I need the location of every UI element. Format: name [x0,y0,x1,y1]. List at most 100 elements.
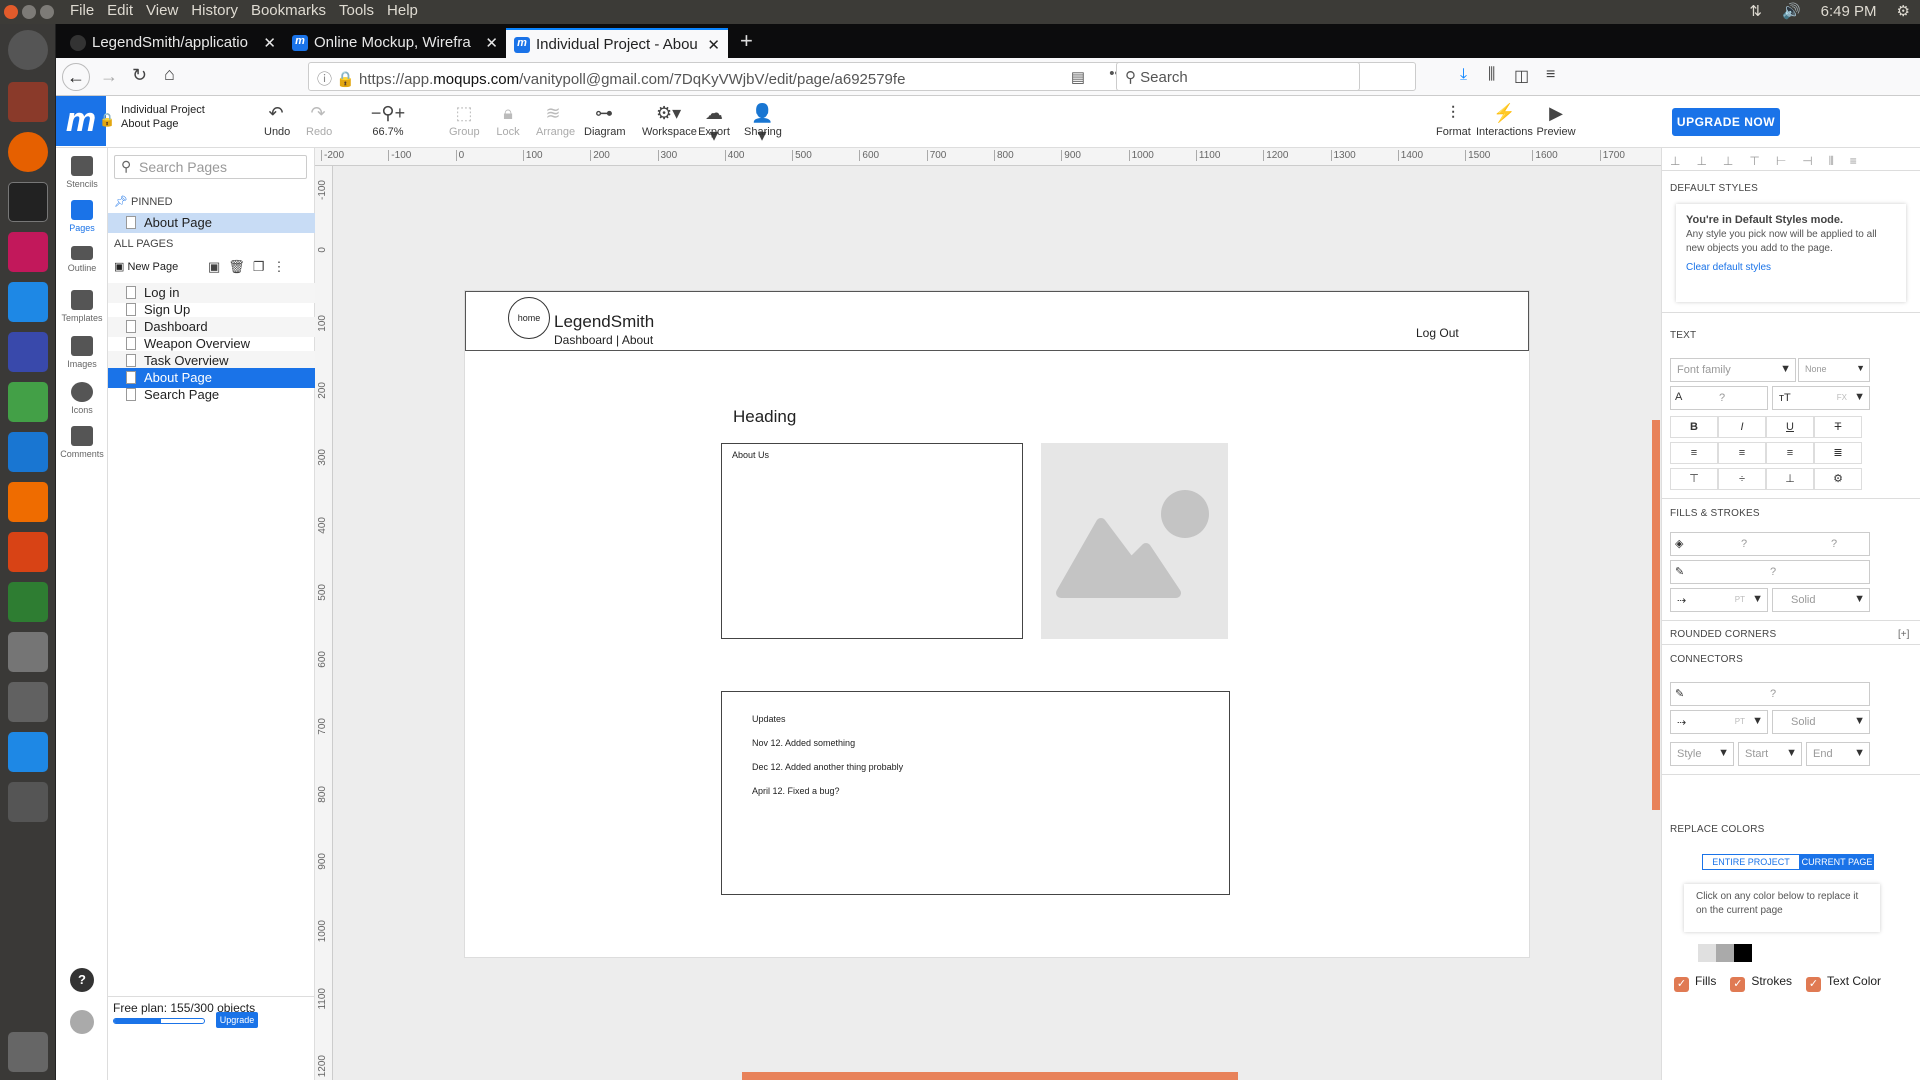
help-icon[interactable]: ? [70,968,94,992]
rounded-corners-toggle[interactable]: [+] [1898,629,1909,640]
current-page-toggle[interactable]: CURRENT PAGE [1800,854,1874,870]
close-tab-icon[interactable]: ✕ [263,34,276,52]
align-top-icon[interactable]: ⊤ [1749,154,1759,169]
rail-stencils[interactable]: Stencils [56,156,108,189]
align-bottom-icon[interactable]: ⊣ [1802,154,1812,169]
strikethrough-button[interactable]: T [1814,416,1862,438]
back-arrow-icon[interactable]: ← [62,63,90,91]
window-close-button[interactable] [4,5,18,19]
font-weight-select[interactable]: None ▼ [1798,358,1870,382]
mockup-header-box[interactable]: home LegendSmith Dashboard | About Log O… [465,291,1529,351]
connector-color-field[interactable]: ✎? [1670,682,1870,706]
close-tab-icon[interactable]: ✕ [707,36,720,54]
sidebar-toggle-icon[interactable]: ◫ [1514,66,1529,86]
rail-comments[interactable]: Comments [56,426,108,459]
tab-legendsmith[interactable]: LegendSmith/applicatio ✕ [62,28,284,58]
image-placeholder[interactable] [1041,443,1228,639]
library-icon[interactable]: ⫼ [1488,66,1495,84]
system-settings-icon[interactable] [8,632,48,672]
about-us-box[interactable]: About Us [721,443,1023,639]
rail-outline[interactable]: Outline [56,246,108,273]
tab-moqups-online[interactable]: m Online Mockup, Wirefra ✕ [284,28,506,58]
trash-icon[interactable] [8,1032,48,1072]
interactions-button[interactable]: ⚡ Interactions [1476,102,1533,138]
rail-templates[interactable]: Templates [56,290,108,323]
slack-icon[interactable] [8,282,48,322]
files-icon[interactable] [8,82,48,122]
menu-view[interactable]: View [146,2,178,19]
connector-line-style-select[interactable]: Style ▼ [1670,742,1734,766]
align-text-justify-icon[interactable]: ≣ [1814,442,1862,464]
redo-button[interactable]: ↷ Redo [306,102,332,138]
upgrade-now-button[interactable]: UPGRADE NOW [1672,108,1780,136]
color-swatch[interactable] [1716,944,1734,962]
clock[interactable]: 6:49 PM [1821,3,1877,20]
export-button[interactable]: ☁▾ Export [698,102,730,145]
new-tab-plus-icon[interactable]: + [740,28,753,54]
tab-individual-project[interactable]: m Individual Project - Abou ✕ [506,28,728,58]
writer-icon[interactable] [8,432,48,472]
stroke-color-field[interactable]: ✎? [1670,560,1870,584]
mysql-workbench-icon[interactable] [8,332,48,372]
horizontal-scrollbar[interactable] [742,1072,1238,1080]
forward-arrow-icon[interactable]: → [100,66,118,87]
search-pages-input[interactable]: ⚲ Search Pages [114,155,307,179]
reload-icon[interactable]: ↻ [132,65,147,86]
align-text-left-icon[interactable]: ≡ [1670,442,1718,464]
menu-edit[interactable]: Edit [107,2,133,19]
align-text-center-icon[interactable]: ≡ [1718,442,1766,464]
menu-help[interactable]: Help [387,2,418,19]
fills-checkbox[interactable]: ✓ Fills [1674,974,1716,992]
software-center-icon[interactable] [8,482,48,522]
distribute-v-icon[interactable]: ≡ [1850,154,1857,169]
updates-box[interactable]: Updates Nov 12. Added something Dec 12. … [721,691,1230,895]
mockup-page[interactable]: home LegendSmith Dashboard | About Log O… [464,290,1530,958]
new-page-button[interactable]: ▣ New Page [114,260,178,273]
home-circle[interactable]: home [508,297,550,339]
align-middle-icon[interactable]: ⊢ [1776,154,1786,169]
terminal-icon[interactable] [8,182,48,222]
menu-file[interactable]: File [70,2,94,19]
menu-history[interactable]: History [191,2,238,19]
connector-style-select[interactable]: Solid ▼ [1772,710,1870,734]
workspace-switcher-icon[interactable] [8,782,48,822]
project-title[interactable]: Individual Project About Page [121,103,205,131]
hamburger-menu-icon[interactable]: ≡ [1546,66,1555,84]
workspace-button[interactable]: ⚙▾ Workspace [642,102,697,138]
connector-end-select[interactable]: End ▼ [1806,742,1870,766]
downloads-icon[interactable]: ⤓ [1460,66,1467,84]
camera-icon[interactable] [8,682,48,722]
app-s-icon[interactable] [8,382,48,422]
ubuntu-dash-icon[interactable] [8,30,48,70]
duplicate-page-icon[interactable]: ❐ [253,259,265,275]
clear-default-styles-link[interactable]: Clear default styles [1686,262,1896,273]
valign-bottom-icon[interactable]: ⊥ [1766,468,1814,490]
italic-button[interactable]: I [1718,416,1766,438]
intellij-icon[interactable] [8,232,48,272]
rail-images[interactable]: Images [56,336,108,369]
undo-button[interactable]: ↶ Undo [264,102,290,138]
lock-button[interactable]: 🔒︎ Lock [496,102,520,138]
home-icon[interactable]: ⌂ [164,64,175,85]
connector-width-field[interactable]: ⇢ PT ▼ [1670,710,1768,734]
group-button[interactable]: ⬚ Group [449,102,480,138]
user-avatar[interactable] [70,1010,94,1034]
menu-bookmarks[interactable]: Bookmarks [251,2,326,19]
site-nav[interactable]: Dashboard | About [554,333,653,347]
color-swatch[interactable] [1698,944,1716,962]
reader-view-icon[interactable]: ▤ [1071,68,1085,86]
sharing-button[interactable]: 👤▾ Sharing [744,102,782,145]
more-options-icon[interactable]: ⋮ [272,259,285,275]
dropbox-icon[interactable] [8,732,48,772]
entire-project-toggle[interactable]: ENTIRE PROJECT [1702,854,1800,870]
font-size-field[interactable]: ᴛT FX ▼ [1772,386,1870,410]
logout-link[interactable]: Log Out [1416,326,1459,340]
strokes-checkbox[interactable]: ✓ Strokes [1730,974,1792,992]
info-icon[interactable]: ⓘ [317,71,332,88]
rail-icons[interactable]: Icons [56,382,108,415]
diagram-button[interactable]: ⊶ Diagram [584,102,626,138]
upgrade-button[interactable]: Upgrade [216,1012,258,1028]
pinned-page-about[interactable]: About Page [108,213,315,233]
format-button[interactable]: ⫶ Format [1436,102,1471,138]
firefox-icon[interactable] [8,132,48,172]
